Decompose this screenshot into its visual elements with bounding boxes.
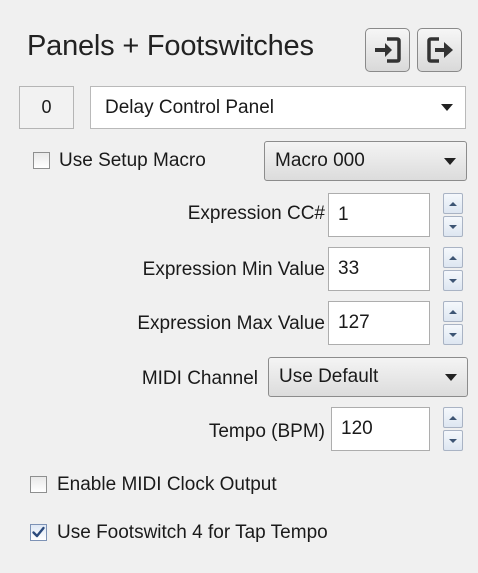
- panel-title: Panels + Footswitches: [27, 30, 314, 62]
- expression-cc-spinner[interactable]: [443, 193, 463, 237]
- panel-number-field[interactable]: 0: [19, 86, 74, 129]
- use-setup-macro-label: Use Setup Macro: [59, 150, 206, 171]
- midi-clock-checkbox[interactable]: [30, 476, 47, 493]
- expression-min-label: Expression Min Value: [142, 259, 325, 280]
- increment-button[interactable]: [443, 247, 463, 268]
- midi-channel-label: MIDI Channel: [141, 368, 258, 389]
- checkmark-icon: [32, 526, 45, 538]
- expression-min-spinner[interactable]: [443, 247, 463, 291]
- use-setup-macro-checkbox[interactable]: [33, 152, 50, 169]
- chevron-down-icon: [444, 157, 456, 165]
- expression-min-input[interactable]: 33: [328, 247, 430, 291]
- chevron-down-icon: [441, 104, 453, 111]
- expression-max-input[interactable]: 127: [328, 301, 430, 345]
- tempo-input[interactable]: 120: [331, 407, 430, 451]
- tap-tempo-checkbox[interactable]: [30, 524, 47, 541]
- tempo-spinner[interactable]: [443, 407, 463, 451]
- chevron-up-icon: [449, 201, 457, 206]
- increment-button[interactable]: [443, 301, 463, 322]
- expression-max-label: Expression Max Value: [137, 313, 325, 334]
- decrement-button[interactable]: [443, 430, 463, 451]
- chevron-down-icon: [449, 278, 457, 283]
- import-icon: [374, 37, 401, 63]
- chevron-down-icon: [449, 332, 457, 337]
- export-button[interactable]: [417, 28, 462, 72]
- tap-tempo-label: Use Footswitch 4 for Tap Tempo: [57, 522, 328, 543]
- expression-cc-label: Expression CC#: [187, 203, 325, 224]
- panel-select[interactable]: Delay Control Panel: [90, 86, 466, 129]
- expression-max-spinner[interactable]: [443, 301, 463, 345]
- chevron-down-icon: [449, 438, 457, 443]
- import-button[interactable]: [365, 28, 410, 72]
- decrement-button[interactable]: [443, 324, 463, 345]
- export-icon: [426, 37, 453, 63]
- midi-channel-value: Use Default: [279, 366, 379, 387]
- setup-macro-select[interactable]: Macro 000: [264, 141, 467, 181]
- chevron-down-icon: [449, 224, 457, 229]
- midi-channel-select[interactable]: Use Default: [268, 357, 468, 397]
- expression-cc-input[interactable]: 1: [328, 193, 430, 237]
- midi-clock-label: Enable MIDI Clock Output: [57, 474, 277, 495]
- panel-select-value: Delay Control Panel: [105, 96, 274, 118]
- tempo-label: Tempo (BPM): [208, 421, 325, 442]
- chevron-down-icon: [445, 373, 457, 381]
- decrement-button[interactable]: [443, 216, 463, 237]
- chevron-up-icon: [449, 309, 457, 314]
- chevron-up-icon: [449, 415, 457, 420]
- setup-macro-value: Macro 000: [275, 150, 365, 171]
- decrement-button[interactable]: [443, 270, 463, 291]
- chevron-up-icon: [449, 255, 457, 260]
- increment-button[interactable]: [443, 193, 463, 214]
- increment-button[interactable]: [443, 407, 463, 428]
